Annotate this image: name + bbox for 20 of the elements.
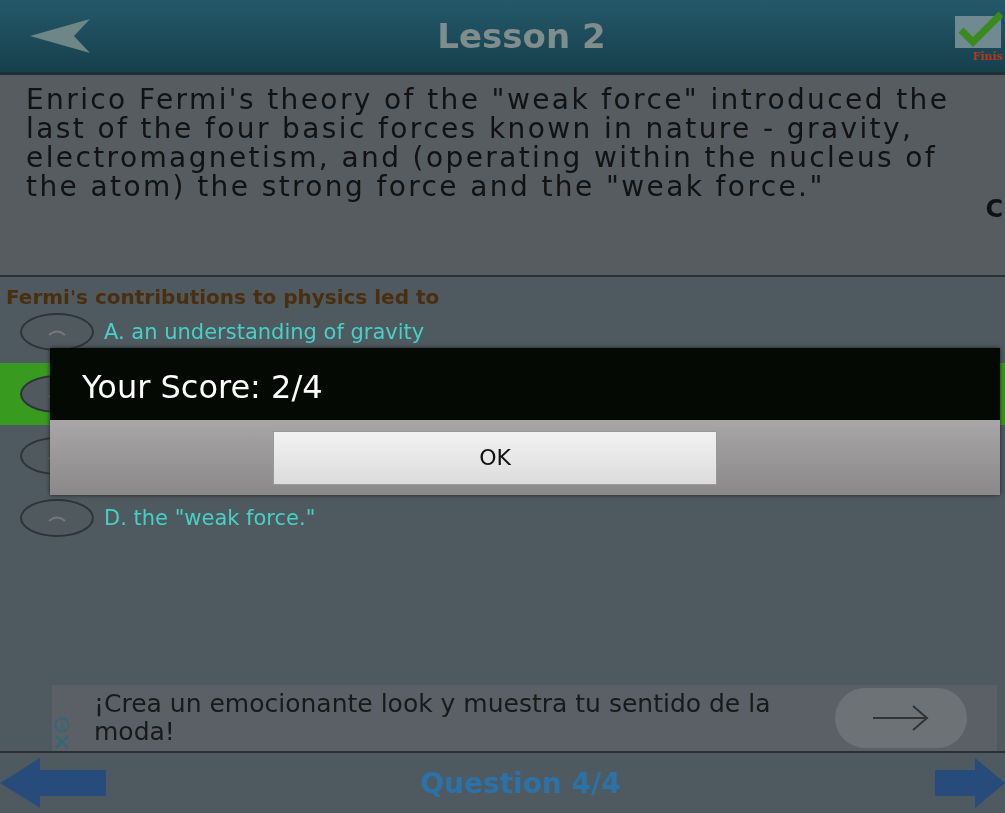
previous-arrow-icon[interactable] <box>0 758 106 808</box>
ok-button[interactable]: OK <box>273 430 717 485</box>
answer-option[interactable]: D. the "weak force." <box>104 506 316 530</box>
passage-text: Enrico Fermi's theory of the "weak force" introduced the last of the four basic forces known in nature - gravity, electromagnetism, and (operating within the nucleus of the atom) the strong force and the "weak force." <box>26 85 951 201</box>
question-counter: Question 4/4 <box>420 766 621 800</box>
next-arrow-icon[interactable] <box>935 758 1005 808</box>
question-text: Fermi's contributions to physics led to <box>5 284 441 309</box>
lesson-title: Lesson 2 <box>437 16 606 56</box>
ad-banner[interactable]: ¡Crea un emocionante look y muestra tu sentido de la moda! <box>52 685 997 751</box>
info-icon[interactable] <box>54 717 70 733</box>
answer-option[interactable]: A. an understanding of gravity <box>104 320 425 344</box>
passage-text: C <box>985 195 1003 223</box>
arc-icon <box>47 328 67 336</box>
score-text: Your Score: 2/4 <box>50 348 1000 420</box>
close-icon[interactable] <box>54 735 70 749</box>
checkmark-icon <box>953 9 1003 50</box>
ad-text: ¡Crea un emocionante look y muestra tu sentido de la moda! <box>94 690 772 746</box>
back-arrow-icon[interactable] <box>30 19 90 53</box>
right-arrow-icon <box>871 703 931 733</box>
arc-icon <box>47 514 67 522</box>
